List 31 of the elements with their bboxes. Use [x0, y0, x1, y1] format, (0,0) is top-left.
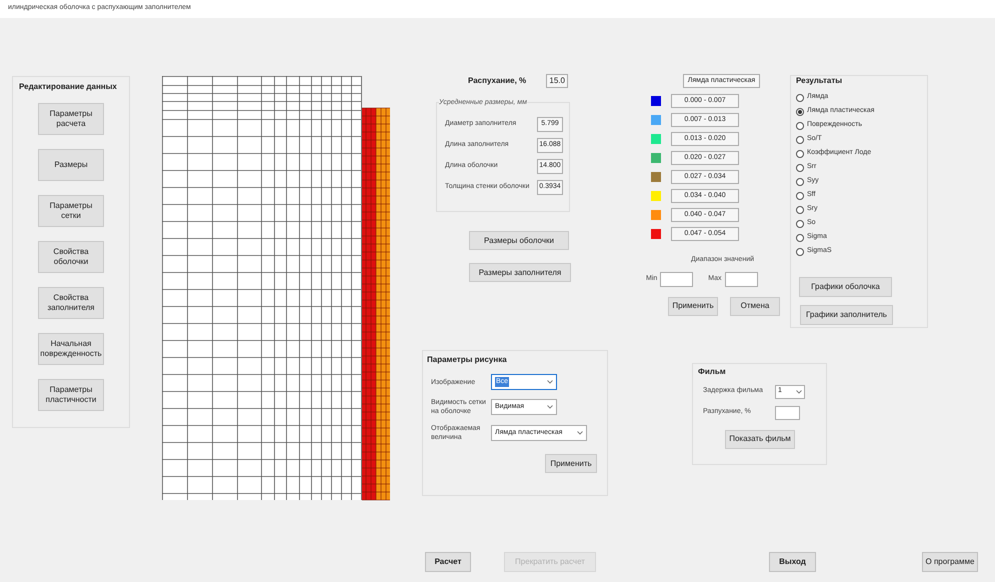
min-field[interactable] [660, 272, 694, 286]
edit-button[interactable]: Параметры расчета [38, 103, 104, 135]
edit-button[interactable]: Параметры пластичности [38, 379, 104, 411]
panel-title: Фильм [698, 366, 727, 378]
dropdown-caret-icon [577, 431, 583, 435]
shell-graphs-button[interactable]: Графики оболочка [799, 277, 892, 297]
edit-button[interactable]: Свойства оболочки [38, 241, 104, 273]
edit-button[interactable]: Начальная поврежденность [38, 333, 104, 365]
panel-title: Редактирование данных [19, 81, 117, 93]
cancel-button[interactable]: Отмена [730, 296, 780, 316]
footer-button[interactable]: Расчет [425, 552, 471, 572]
swelling-field[interactable]: 15.0 [546, 74, 568, 88]
edit-button[interactable]: Размеры [38, 149, 104, 181]
panel-title: Результаты [796, 75, 844, 87]
dropdown-caret-icon [547, 405, 553, 409]
filler-sizes-button[interactable]: Размеры заполнителя [469, 263, 571, 282]
show-film-button[interactable]: Показать фильм [725, 430, 795, 448]
panel-title: Параметры рисунка [427, 354, 508, 366]
shell-sizes-button[interactable]: Размеры оболочки [469, 231, 569, 250]
footer-button[interactable]: О программе [922, 552, 978, 572]
max-field[interactable] [724, 272, 758, 286]
edit-button[interactable]: Параметры сетки [38, 195, 104, 227]
filler-graphs-button[interactable]: Графики заполнитель [800, 305, 893, 325]
dropdown-caret-icon [547, 380, 553, 384]
apply-button[interactable]: Применить [668, 296, 718, 316]
apply-button[interactable]: Применить [545, 454, 597, 473]
edit-button[interactable]: Свойства заполнителя [38, 287, 104, 319]
swelling-label: Распухание, % [468, 75, 526, 87]
film-swelling-field[interactable] [775, 406, 800, 420]
footer-button[interactable]: Выход [769, 552, 816, 572]
dropdown-caret-icon [796, 390, 802, 394]
